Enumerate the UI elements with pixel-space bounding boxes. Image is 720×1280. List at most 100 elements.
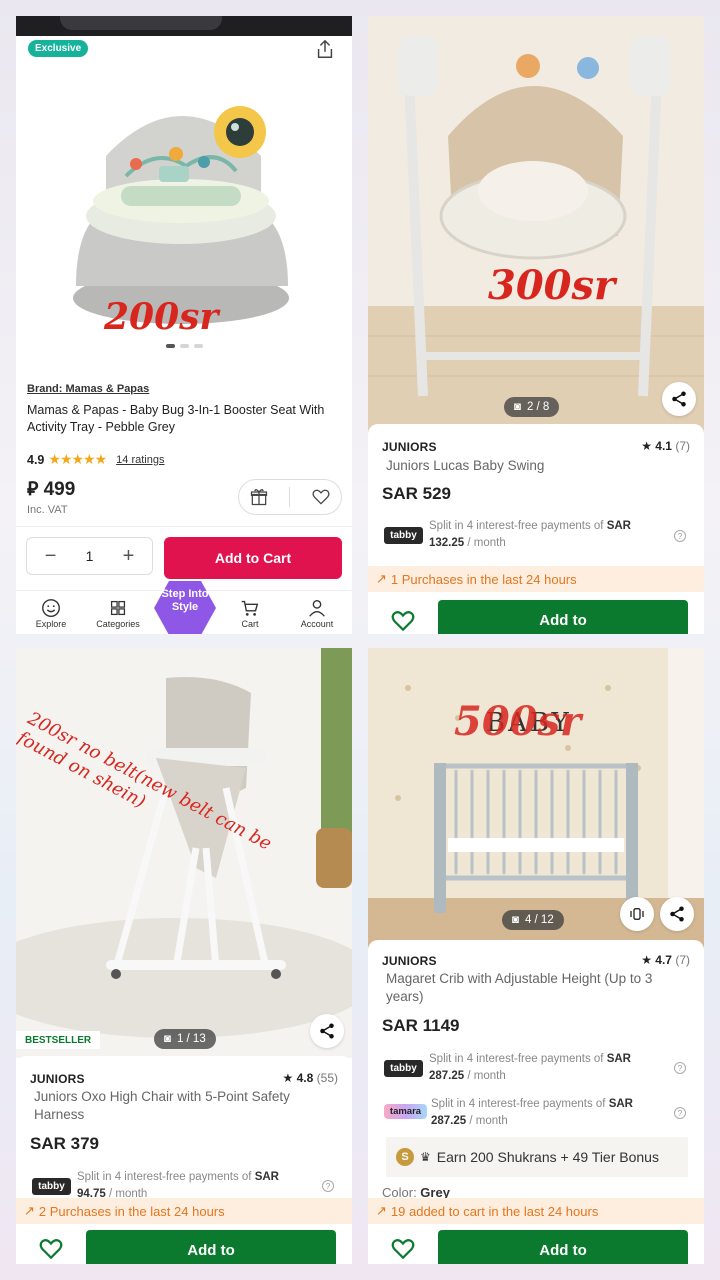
nav-cart[interactable]: Cart [220, 597, 280, 629]
heart-icon[interactable] [390, 1236, 416, 1262]
brand-name: JUNIORS [382, 440, 437, 454]
share-button[interactable] [662, 382, 696, 416]
bottom-nav: Explore Categories Step Into Style Cart [16, 581, 352, 634]
heart-icon[interactable] [390, 608, 416, 634]
product-info: JUNIORS ★ 4.8 (55) Juniors Oxo High Chai… [16, 1056, 352, 1264]
rotate-3d-icon [630, 908, 644, 920]
price-annotation: 300sr [488, 262, 616, 309]
exclusive-badge: Exclusive [28, 40, 89, 57]
info-icon[interactable]: ? [674, 1107, 686, 1119]
rating: ★ 4.8 (55) [282, 1071, 338, 1085]
add-to-cart-button[interactable]: Add to Cart [164, 537, 342, 579]
nav-explore-label: Explore [35, 619, 67, 629]
booster-seat-illustration [73, 106, 289, 324]
tabby-logo: tabby [384, 1060, 423, 1077]
gift-icon[interactable] [249, 487, 269, 507]
share-button[interactable] [310, 1014, 344, 1048]
quantity-stepper[interactable]: − 1 + [26, 537, 153, 575]
camera-icon: ◙ [512, 914, 519, 926]
price-annotation: 200sr [104, 296, 219, 338]
product-price: ⃁ 499 [27, 479, 76, 500]
baby-swing-photo[interactable] [368, 16, 704, 436]
camera-icon: ◙ [164, 1033, 171, 1045]
star-rating-icon: ★★★★★ [48, 451, 107, 467]
share-icon [670, 906, 684, 922]
trend-icon: ↗ [24, 1203, 35, 1218]
tabby-logo: tabby [384, 527, 423, 544]
heart-icon[interactable] [311, 487, 331, 507]
product-info: JUNIORS ★ 4.1 (7) Juniors Lucas Baby Swi… [368, 424, 704, 634]
tamara-split-text: Split in 4 interest-free payments of SAR… [431, 1098, 633, 1127]
share-icon[interactable] [314, 38, 336, 60]
cart-icon [241, 600, 259, 616]
nav-categories-label: Categories [96, 619, 140, 629]
product-price: SAR 379 [30, 1134, 99, 1153]
crib-photo[interactable] [368, 648, 704, 948]
vat-note: Inc. VAT [27, 504, 68, 516]
mamas-papas-product-screen: Exclusive 200sr Brand: Mamas & Papas Mam… [16, 16, 352, 634]
tabby-split-text: Split in 4 interest-free payments of SAR… [429, 520, 631, 549]
grid-icon [110, 600, 126, 616]
user-icon [309, 599, 325, 617]
quantity-value: 1 [85, 548, 94, 564]
info-icon[interactable]: ? [674, 1062, 686, 1074]
shukran-coin-icon: S [396, 1148, 414, 1166]
nav-categories[interactable]: Categories [88, 597, 148, 629]
tabby-split-text: Split in 4 interest-free payments of SAR… [429, 1053, 631, 1082]
share-icon [672, 391, 686, 407]
image-counter: ◙ 2 / 8 [504, 397, 560, 417]
price-annotation: 500sr [454, 698, 582, 745]
address-bar[interactable] [60, 16, 222, 30]
product-name[interactable]: Juniors Lucas Baby Swing [386, 457, 686, 475]
product-title: Mamas & Papas - Baby Bug 3-In-1 Booster … [27, 403, 325, 434]
rating-row: 4.9 ★★★★★ 14 ratings [27, 451, 164, 468]
minus-icon[interactable]: − [39, 545, 63, 568]
image-pager-dots[interactable] [166, 344, 203, 348]
status-bar [16, 16, 352, 36]
nav-account-label: Account [300, 619, 334, 629]
share-icon [320, 1023, 334, 1039]
gift-wishlist-group [238, 479, 342, 515]
brand-name: JUNIORS [30, 1072, 85, 1086]
trend-icon: ↗ [376, 571, 387, 586]
info-icon[interactable]: ? [322, 1180, 334, 1192]
product-name[interactable]: Magaret Crib with Adjustable Height (Up … [386, 970, 686, 1006]
add-to-cart-button[interactable]: Add to [86, 1230, 336, 1264]
add-to-cart-button[interactable]: Add to [438, 600, 688, 634]
ratings-link[interactable]: 14 ratings [116, 454, 164, 466]
smile-icon [42, 599, 60, 617]
shukrans-banner: S ♛ Earn 200 Shukrans + 49 Tier Bonus [386, 1137, 688, 1177]
brand-link[interactable]: Brand: Mamas & Papas [27, 383, 149, 395]
rating-value: 4.9 [27, 452, 45, 467]
heart-icon[interactable] [38, 1236, 64, 1262]
share-button[interactable] [660, 897, 694, 931]
purchases-banner: ↗ 1 Purchases in the last 24 hours [368, 566, 704, 592]
product-price: SAR 529 [382, 484, 451, 503]
product-price: SAR 1149 [382, 1016, 460, 1035]
nav-step-label: Step Into Style [161, 588, 209, 613]
purchases-banner: ↗ 2 Purchases in the last 24 hours [16, 1198, 352, 1224]
plus-icon[interactable]: + [116, 545, 140, 568]
nav-account[interactable]: Account [287, 597, 347, 629]
high-chair-card: 200sr no belt(new belt can be found on s… [16, 648, 352, 1264]
rating: ★ 4.1 (7) [641, 439, 690, 453]
nav-explore[interactable]: Explore [21, 597, 81, 629]
info-icon[interactable]: ? [674, 530, 686, 542]
brand-name: JUNIORS [382, 954, 437, 968]
tabby-logo: tabby [32, 1178, 71, 1195]
trend-icon: ↗ [376, 1203, 387, 1218]
nav-cart-label: Cart [241, 619, 259, 629]
image-counter: ◙ 1 / 13 [154, 1029, 216, 1049]
product-info: JUNIORS ★ 4.7 (7) Magaret Crib with Adju… [368, 940, 704, 1264]
added-to-cart-banner: ↗ 19 added to cart in the last 24 hours [368, 1198, 704, 1224]
rating: ★ 4.7 (7) [641, 953, 690, 967]
product-name[interactable]: Juniors Oxo High Chair with 5-Point Safe… [34, 1088, 334, 1124]
bestseller-badge: BESTSELLER [16, 1031, 101, 1049]
tamara-logo: tamara [384, 1104, 427, 1119]
camera-icon: ◙ [514, 401, 521, 413]
ar-view-button[interactable] [620, 897, 654, 931]
add-to-cart-button[interactable]: Add to [438, 1230, 688, 1264]
image-counter: ◙ 4 / 12 [502, 910, 564, 930]
crown-icon: ♛ [420, 1150, 431, 1164]
baby-swing-card: 300sr ◙ 2 / 8 JUNIORS ★ 4.1 (7) Juniors L… [368, 16, 704, 634]
